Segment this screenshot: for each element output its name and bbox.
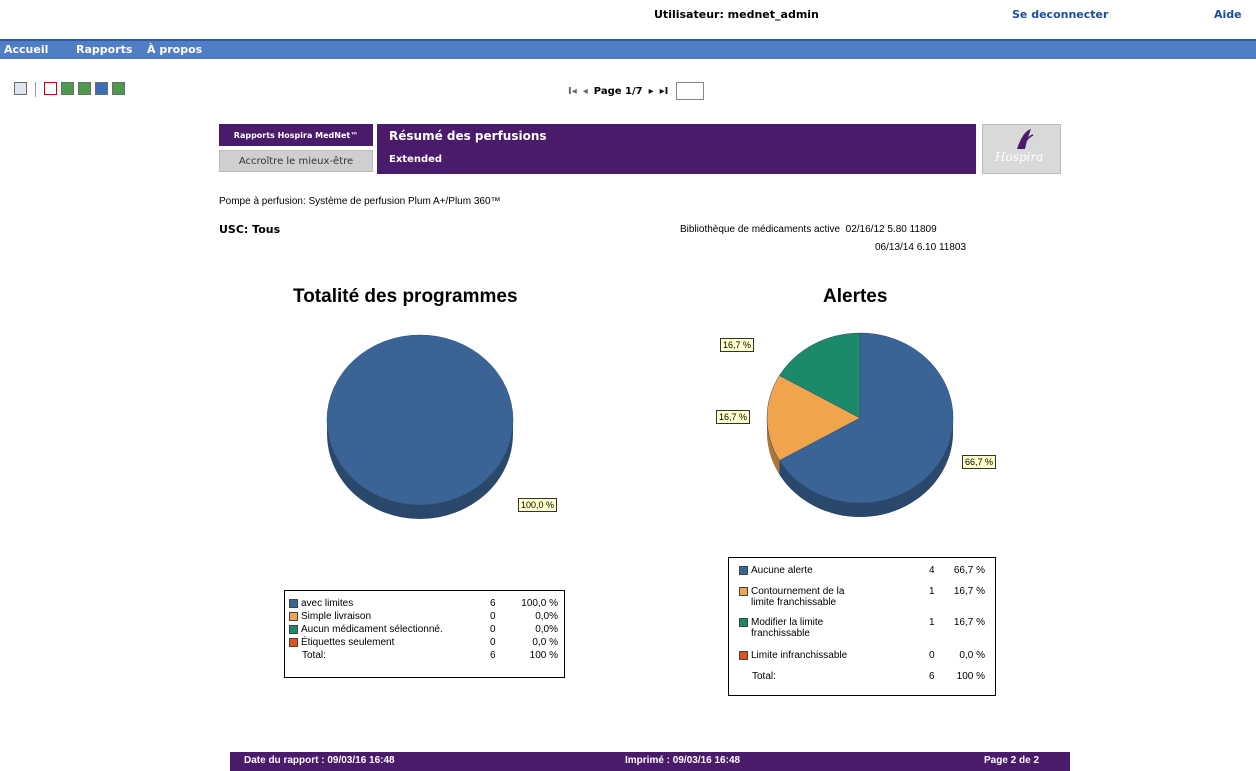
legend-pct: 100,0 % [521,598,558,609]
legend-pct: 0,0 % [959,650,985,661]
legend-label-cont: franchissable [751,628,810,639]
legend-alertes: Aucune alerte 4 66,7 % Contournement de … [728,557,996,696]
legend-label: Étiquettes seulement [301,637,395,648]
legend-count: 1 [929,586,935,597]
legend-pct: 16,7 % [953,586,985,597]
legend-label: Simple livraison [301,611,372,622]
swatch [739,566,748,575]
legend-count: 4 [929,565,935,576]
legend-label: Aucun médicament sélectionné. [301,624,443,635]
swatch [289,625,298,634]
legend-total-count: 6 [490,650,496,661]
swatch [289,638,298,647]
legend-count: 6 [490,598,496,609]
swatch [289,599,298,608]
legend-total-count: 6 [929,671,935,682]
pie-slice [326,334,514,506]
swatch [739,587,748,596]
legend-label: Limite infranchissable [751,650,848,661]
legend-row: Aucun médicament sélectionné. [289,624,443,635]
callout-label: 16,7 % [716,410,751,424]
legend-programmes: avec limites 6 100,0 % Simple livraison … [284,590,565,678]
callout-label: 66,7 % [962,455,997,469]
legend-row: Limite infranchissable [739,650,847,661]
legend-count: 0 [490,637,496,648]
swatch [289,612,298,621]
legend-row: Aucune alerte [739,565,813,576]
page-count: Page 2 de 2 [984,755,1040,766]
legend-row: Modifier la limite franchissable [739,617,823,639]
callout-label: 16,7 % [720,338,755,352]
legend-count: 0 [929,650,935,661]
legend-pct: 66,7 % [953,565,985,576]
legend-row: Simple livraison [289,611,371,622]
legend-row: avec limites [289,598,353,609]
legend-pct: 0,0% [535,611,558,622]
pie-chart-alertes [766,332,954,517]
legend-label: avec limites [301,598,354,609]
report-footer: Date du rapport : 09/03/16 16:48 Imprimé… [230,752,1070,771]
swatch [739,618,748,627]
legend-count: 0 [490,611,496,622]
swatch [739,651,748,660]
legend-count: 1 [929,617,935,628]
legend-label: Aucune alerte [751,565,813,576]
report-date: Date du rapport : 09/03/16 16:48 [244,755,395,766]
legend-row: Contournement de la limite franchissable [739,586,844,608]
legend-total-pct: 100 % [956,671,985,682]
printed-date: Imprimé : 09/03/16 16:48 [625,755,741,766]
legend-count: 0 [490,624,496,635]
legend-pct: 0,0 % [532,637,558,648]
legend-label: Contournement de la [751,586,845,597]
legend-total-label: Total: [302,650,326,661]
charts-canvas [326,332,954,519]
legend-pct: 16,7 % [953,617,985,628]
callout-label: 100,0 % [518,498,558,512]
legend-total-pct: 100 % [529,650,558,661]
legend-label: Modifier la limite [751,617,824,628]
legend-row: Étiquettes seulement [289,637,394,648]
legend-pct: 0,0% [535,624,558,635]
legend-total-label: Total: [752,671,776,682]
pie-chart-programmes [326,334,514,519]
legend-label-cont: limite franchissable [751,597,837,608]
